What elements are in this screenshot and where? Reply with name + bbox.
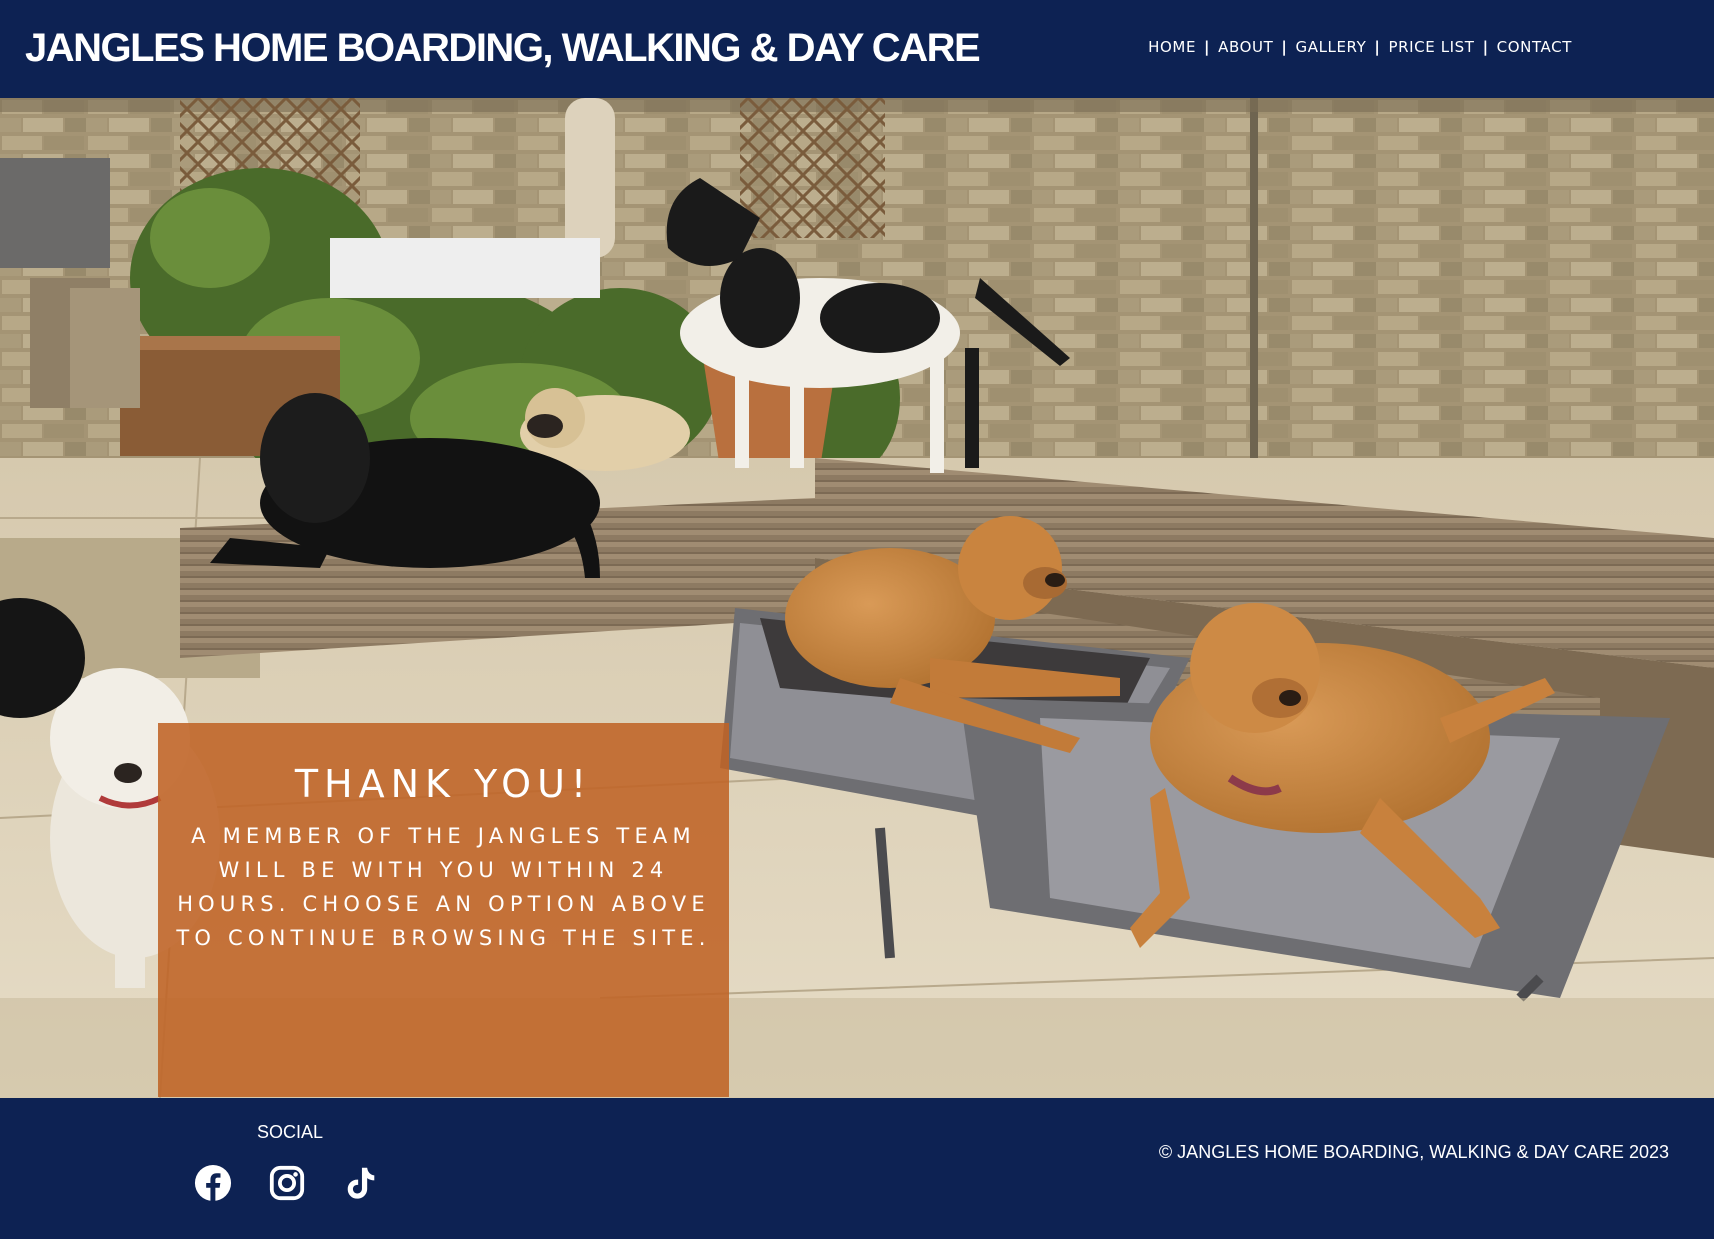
nav-separator: | [1482, 38, 1489, 56]
thank-you-message: A MEMBER OF THE JANGLES TEAM WILL BE WIT… [176, 824, 711, 950]
site-header: JANGLES HOME BOARDING, WALKING & DAY CAR… [0, 0, 1714, 98]
social-label: SOCIAL [257, 1122, 324, 1142]
nav-about[interactable]: ABOUT [1218, 38, 1273, 56]
social-icons [194, 1164, 380, 1202]
copyright-text: © JANGLES HOME BOARDING, WALKING & DAY C… [1158, 1142, 1669, 1162]
nav-home[interactable]: HOME [1148, 38, 1196, 56]
site-footer: SOCIAL © JANGLES HOME BOARDING, WALKING … [0, 1098, 1714, 1239]
thank-you-panel: THANK YOU! A MEMBER OF THE JANGLES TEAM … [158, 723, 729, 1097]
site-title[interactable]: JANGLES HOME BOARDING, WALKING & DAY CAR… [25, 24, 981, 72]
hero-section: THANK YOU! A MEMBER OF THE JANGLES TEAM … [0, 98, 1714, 1098]
nav-separator: | [1281, 38, 1288, 56]
nav-separator: | [1374, 38, 1381, 56]
facebook-icon[interactable] [194, 1164, 232, 1202]
main-nav: HOME | ABOUT | GALLERY | PRICE LIST | CO… [1148, 38, 1572, 56]
thank-you-title: THANK YOU! [294, 762, 593, 806]
nav-gallery[interactable]: GALLERY [1295, 38, 1366, 56]
nav-price-list[interactable]: PRICE LIST [1388, 38, 1474, 56]
instagram-icon[interactable] [268, 1164, 306, 1202]
tiktok-icon[interactable] [342, 1164, 380, 1202]
nav-contact[interactable]: CONTACT [1497, 38, 1572, 56]
nav-separator: | [1204, 38, 1211, 56]
